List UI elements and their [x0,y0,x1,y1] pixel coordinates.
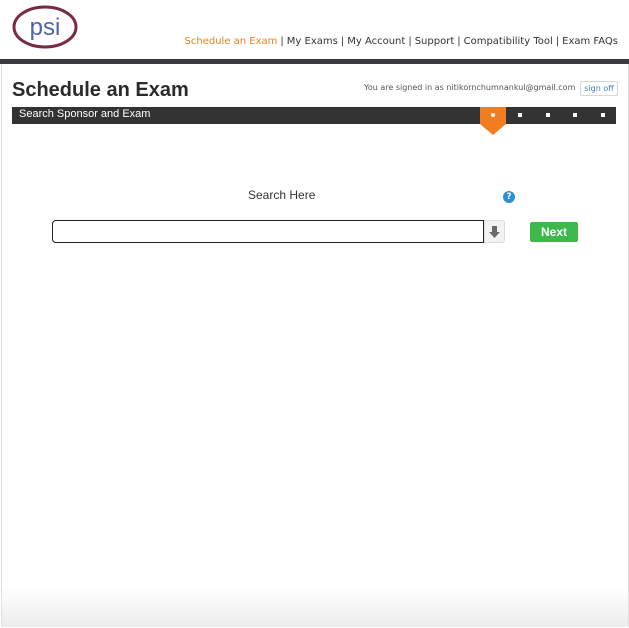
site-header: psi Schedule an Exam | My Exams | My Account… [0,0,629,59]
active-step-arrow [480,124,506,135]
step-progress-bar: Search Sponsor and Exam [12,107,616,124]
step-5-dot [601,113,605,117]
step-4-dot [573,113,577,117]
step-2-dot [518,113,522,117]
search-label: Search Here [248,188,316,202]
nav-compatibility-tool[interactable]: Compatibility Tool [464,36,553,47]
signed-in-text: You are signed in as nitikornchumnankul@… [364,83,576,92]
page-title: Schedule an Exam [12,79,189,101]
search-input[interactable] [52,220,484,243]
main-panel [1,64,629,627]
psi-logo[interactable]: psi [12,4,78,50]
nav-exam-faqs[interactable]: Exam FAQs [562,36,618,47]
current-step-label: Search Sponsor and Exam [19,108,151,120]
nav-my-account[interactable]: My Account [347,36,405,47]
step-3-dot [546,113,550,117]
nav-support[interactable]: Support [415,36,455,47]
sign-off-button[interactable]: sign off [580,81,618,96]
next-button[interactable]: Next [530,222,578,242]
arrow-down-icon [489,226,500,238]
dropdown-button[interactable] [484,220,505,243]
logo-text: psi [30,14,61,41]
nav-schedule-exam[interactable]: Schedule an Exam [185,36,278,47]
nav-my-exams[interactable]: My Exams [287,36,338,47]
help-icon[interactable]: ? [503,191,515,203]
step-1-dot [491,113,495,117]
top-navigation: Schedule an Exam | My Exams | My Account | Sup… [184,36,618,47]
